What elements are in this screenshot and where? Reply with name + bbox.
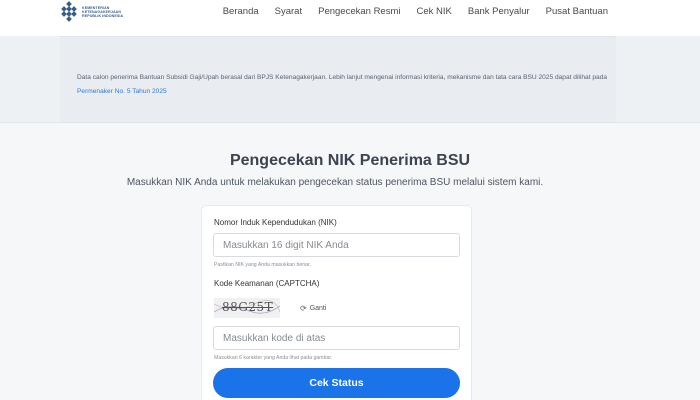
refresh-icon: ⟳ — [300, 304, 307, 313]
info-banner-box: Data calon penerima Bantuan Subsidi Gaji… — [60, 36, 616, 122]
navbar: KEMENTERIAN KETENAGAKERJAAN REPUBLIK IND… — [0, 0, 700, 36]
main-nav: Beranda Syarat Pengecekan Resmi Cek NIK … — [223, 6, 608, 17]
info-banner: Data calon penerima Bantuan Subsidi Gaji… — [0, 36, 700, 123]
captcha-label: Kode Keamanan (CAPTCHA) — [214, 279, 320, 288]
check-status-button[interactable]: Cek Status — [213, 368, 460, 398]
captcha-input[interactable] — [213, 326, 460, 350]
kemnaker-emblem-icon — [61, 1, 77, 22]
captcha-refresh-button[interactable]: ⟳ Ganti — [300, 304, 326, 313]
notice-text: Data calon penerima Bantuan Subsidi Gaji… — [77, 71, 617, 99]
page-subtitle: Masukkan NIK Anda untuk melakukan pengec… — [126, 177, 544, 188]
main-section: Pengecekan NIK Penerima BSU Masukkan NIK… — [0, 124, 700, 400]
nav-beranda[interactable]: Beranda — [223, 6, 259, 17]
captcha-hint: Masukkan 6 karakter yang Anda lihat pada… — [214, 355, 333, 361]
nav-cek-nik[interactable]: Cek NIK — [417, 6, 452, 17]
kemnaker-logo[interactable]: KEMENTERIAN KETENAGAKERJAAN REPUBLIK IND… — [58, 0, 148, 24]
nav-syarat[interactable]: Syarat — [275, 6, 302, 17]
nik-hint: Pastikan NIK yang Anda masukkan benar. — [214, 262, 311, 268]
captcha-refresh-label: Ganti — [309, 305, 327, 312]
nik-input[interactable] — [213, 233, 460, 257]
captcha-image: 88G25T — [214, 298, 280, 318]
nav-pengecekan-resmi[interactable]: Pengecekan Resmi — [318, 6, 400, 17]
logo-text: KEMENTERIAN KETENAGAKERJAAN REPUBLIK IND… — [82, 6, 123, 19]
nik-label: Nomor Induk Kependudukan (NIK) — [214, 218, 337, 227]
nav-bank-penyalur[interactable]: Bank Penyalur — [468, 6, 530, 17]
nik-check-form: Nomor Induk Kependudukan (NIK) Pastikan … — [201, 205, 472, 400]
logo-line: REPUBLIK INDONESIA — [82, 14, 124, 19]
page-title: Pengecekan NIK Penerima BSU — [229, 152, 471, 169]
permenaker-link[interactable]: Permenaker No. 5 Tahun 2025 — [77, 88, 167, 95]
notice-body: Data calon penerima Bantuan Subsidi Gaji… — [77, 74, 608, 81]
captcha-text: 88G25T — [222, 300, 274, 314]
nav-pusat-bantuan[interactable]: Pusat Bantuan — [546, 6, 608, 17]
